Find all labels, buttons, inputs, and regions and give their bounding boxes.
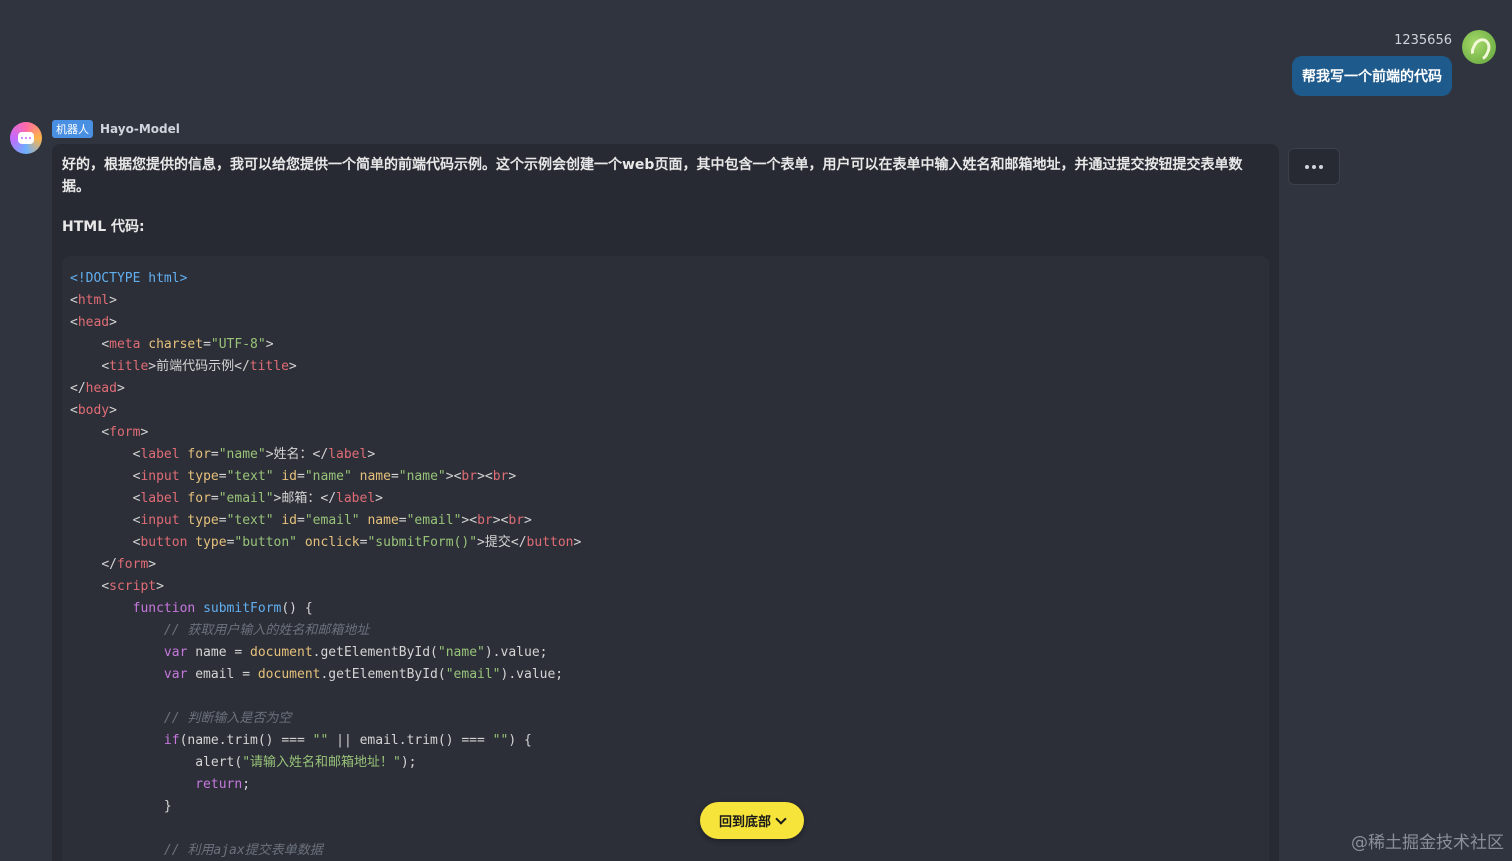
user-message-bubble: 帮我写一个前端的代码 [1292, 56, 1452, 96]
code-block[interactable]: <!DOCTYPE html> <html> <head> <meta char… [62, 256, 1269, 861]
code-line: <head> [70, 315, 117, 330]
code-comment: // 判断输入是否为空 [163, 711, 292, 726]
code-comment: // 利用ajax提交表单数据 [163, 843, 323, 858]
code-line: alert("请输入姓名和邮箱地址！"); [70, 755, 417, 770]
code-alert-text: "请输入姓名和邮箱地址！" [242, 755, 401, 770]
bot-avatar [10, 122, 42, 154]
bot-intro-text: 好的，根据您提供的信息，我可以给您提供一个简单的前端代码示例。这个示例会创建一个… [62, 157, 1243, 195]
user-message-column: 1235656 帮我写一个前端的代码 [1292, 30, 1452, 96]
code-line: <label for="name">姓名：</label> [132, 447, 376, 462]
bot-name: Hayo-Model [100, 122, 180, 136]
code-line: <form> [101, 425, 149, 440]
more-options-button[interactable] [1288, 148, 1340, 185]
code-title-text: 前端代码示例 [156, 359, 235, 374]
code-line: // 获取用户输入的姓名和邮箱地址 [70, 620, 1261, 642]
bot-badge: 机器人 [52, 120, 93, 138]
code-button-text: 提交 [484, 535, 511, 550]
code-line: </head> [70, 381, 125, 396]
code-line: } [70, 799, 172, 814]
code-line: var email = document.getElementById("ema… [163, 667, 564, 682]
scroll-to-bottom-button[interactable]: 回到底部 [700, 802, 804, 839]
code-line: <title>前端代码示例</title> [101, 359, 297, 374]
code-line: <meta charset="UTF-8"> [101, 337, 274, 352]
code-charset-value: "UTF-8" [210, 337, 266, 352]
code-line: function submitForm() { [132, 601, 313, 616]
code-line: if(name.trim() === "" || email.trim() ==… [163, 733, 532, 748]
code-line: <label for="email">邮箱：</label> [132, 491, 383, 506]
bot-message: 好的，根据您提供的信息，我可以给您提供一个简单的前端代码示例。这个示例会创建一个… [52, 144, 1279, 861]
code-comment: // 获取用户输入的姓名和邮箱地址 [163, 623, 370, 638]
code-line: var name = document.getElementById("name… [163, 645, 548, 660]
user-message-row: 1235656 帮我写一个前端的代码 [1292, 30, 1496, 96]
code-label-name-text: 姓名： [273, 447, 313, 462]
code-line: <input type="text" id="email" name="emai… [132, 513, 532, 528]
chevron-down-icon [775, 812, 787, 825]
code-line: <!DOCTYPE html> [70, 268, 1261, 290]
code-label-email-text: 邮箱： [281, 491, 321, 506]
code-line: <input type="text" id="name" name="name"… [132, 469, 517, 484]
section-label: HTML 代码: [62, 219, 145, 235]
ellipsis-icon [1305, 164, 1323, 169]
code-line: <body> [70, 403, 117, 418]
code-line: // 判断输入是否为空 [70, 708, 1261, 730]
scroll-to-bottom-label: 回到底部 [718, 815, 771, 830]
user-avatar[interactable] [1462, 30, 1496, 64]
code-line: </form> [101, 557, 157, 572]
code-line: <html> [70, 293, 117, 308]
code-line: // 利用ajax提交表单数据 [70, 840, 1261, 861]
code-line: <button type="button" onclick="submitFor… [132, 535, 582, 550]
code-line: <script> [101, 579, 164, 594]
user-name: 1235656 [1394, 33, 1452, 48]
watermark: @稀土掘金技术社区 [1351, 833, 1504, 853]
code-line: return; [195, 777, 251, 792]
bot-header: 机器人 Hayo-Model [52, 120, 180, 138]
code-doctype: <!DOCTYPE html> [70, 271, 188, 286]
chat-bubble-icon [18, 132, 34, 144]
